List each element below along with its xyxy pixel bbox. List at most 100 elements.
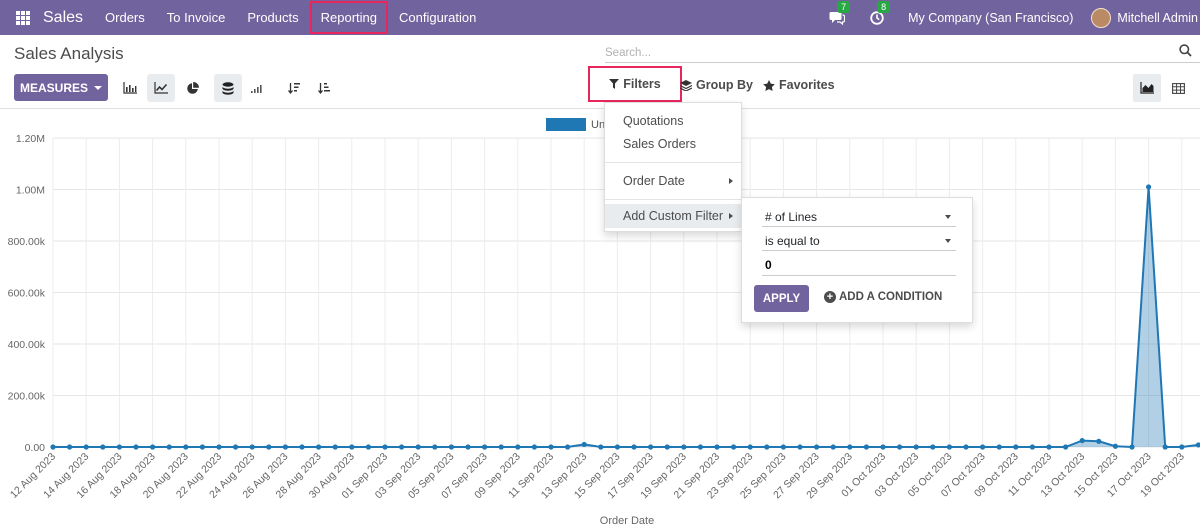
bar-chart-button[interactable] (116, 74, 144, 102)
add-custom-filter[interactable]: Add Custom Filter (605, 204, 741, 228)
data-point[interactable] (67, 444, 73, 450)
operator-select[interactable]: is equal to (762, 231, 956, 251)
user-avatar[interactable] (1091, 7, 1112, 28)
data-point[interactable] (515, 444, 521, 450)
menu-configuration[interactable]: Configuration (388, 0, 487, 35)
data-point[interactable] (747, 444, 753, 450)
data-point[interactable] (365, 444, 371, 450)
legend-label[interactable]: Un (591, 119, 605, 131)
data-point[interactable] (731, 444, 737, 450)
sort-descending-button[interactable] (280, 74, 308, 102)
group-by-button[interactable]: Group By (680, 78, 753, 92)
data-point[interactable] (332, 444, 338, 450)
data-point[interactable] (50, 444, 56, 450)
favorites-button[interactable]: Favorites (763, 78, 835, 92)
data-point[interactable] (1046, 444, 1052, 450)
data-point[interactable] (432, 444, 438, 450)
data-point[interactable] (913, 444, 919, 450)
data-point[interactable] (996, 444, 1002, 450)
add-condition-button[interactable]: + ADD A CONDITION (824, 291, 942, 303)
search-icon[interactable] (1179, 44, 1192, 62)
search-input[interactable] (605, 44, 1165, 62)
menu-products[interactable]: Products (236, 0, 309, 35)
data-point[interactable] (847, 444, 853, 450)
data-point[interactable] (1079, 437, 1085, 444)
user-menu[interactable]: Mitchell Admin (1117, 11, 1198, 25)
graph-view-button[interactable] (1133, 74, 1161, 102)
data-point[interactable] (299, 444, 305, 450)
data-point[interactable] (448, 444, 454, 450)
data-point[interactable] (714, 444, 720, 450)
data-point[interactable] (498, 444, 504, 450)
messages-icon[interactable]: 7 (828, 0, 851, 27)
filter-value-input[interactable] (762, 254, 956, 276)
data-point[interactable] (316, 444, 322, 450)
data-point[interactable] (1129, 444, 1135, 450)
data-point[interactable] (897, 444, 903, 450)
data-point[interactable] (382, 444, 388, 450)
data-point[interactable] (482, 444, 488, 450)
menu-to-invoice[interactable]: To Invoice (156, 0, 237, 35)
stacked-button[interactable] (214, 74, 242, 102)
filter-order-date[interactable]: Order Date (605, 169, 741, 193)
legend-swatch[interactable] (546, 118, 586, 131)
data-point[interactable] (531, 444, 538, 450)
field-select[interactable]: # of Lines (762, 207, 956, 227)
data-point[interactable] (548, 444, 554, 450)
data-point[interactable] (681, 444, 687, 450)
data-point[interactable] (1096, 438, 1102, 444)
activities-clock-icon[interactable]: 8 (868, 0, 891, 27)
data-point[interactable] (648, 444, 654, 450)
data-point[interactable] (1146, 184, 1152, 190)
company-switcher[interactable]: My Company (San Francisco) (908, 11, 1073, 25)
filter-sales-orders[interactable]: Sales Orders (605, 132, 741, 156)
data-point[interactable] (830, 444, 836, 450)
data-point[interactable] (83, 444, 89, 450)
data-point[interactable] (1063, 444, 1069, 450)
data-point[interactable] (863, 444, 870, 450)
line-chart-button[interactable] (147, 74, 175, 102)
data-point[interactable] (100, 444, 106, 450)
data-point[interactable] (183, 444, 189, 450)
data-point[interactable] (697, 444, 704, 450)
filter-quotations[interactable]: Quotations (605, 109, 741, 133)
data-point[interactable] (764, 444, 770, 450)
data-point[interactable] (614, 444, 621, 450)
cumulative-button[interactable] (243, 74, 271, 102)
menu-orders[interactable]: Orders (94, 0, 156, 35)
data-point[interactable] (266, 444, 272, 450)
data-point[interactable] (233, 444, 239, 450)
data-point[interactable] (664, 444, 670, 450)
apply-button[interactable]: APPLY (754, 285, 809, 312)
data-point[interactable] (1179, 444, 1185, 450)
data-point[interactable] (465, 444, 471, 450)
data-point[interactable] (930, 444, 936, 450)
data-point[interactable] (199, 444, 205, 450)
data-point[interactable] (980, 444, 986, 450)
data-point[interactable] (631, 444, 637, 450)
menu-reporting[interactable]: Reporting (309, 1, 388, 34)
data-point[interactable] (565, 444, 571, 450)
data-point[interactable] (166, 444, 172, 450)
measures-button[interactable]: MEASURES (14, 74, 108, 101)
data-point[interactable] (581, 441, 587, 448)
app-brand[interactable]: Sales (43, 9, 83, 27)
data-point[interactable] (1029, 444, 1035, 450)
data-point[interactable] (282, 444, 288, 450)
filters-button[interactable]: Filters (588, 66, 682, 102)
apps-menu-icon[interactable] (16, 10, 30, 25)
data-point[interactable] (216, 444, 222, 450)
data-point[interactable] (249, 444, 255, 450)
data-point[interactable] (1112, 443, 1118, 449)
data-point[interactable] (399, 444, 405, 450)
sort-ascending-button[interactable] (310, 74, 338, 102)
data-point[interactable] (946, 444, 953, 450)
pie-chart-button[interactable] (178, 74, 206, 102)
data-point[interactable] (1013, 444, 1019, 450)
pivot-view-button[interactable] (1164, 74, 1192, 102)
data-point[interactable] (797, 444, 803, 450)
data-point[interactable] (880, 444, 886, 450)
data-point[interactable] (150, 444, 156, 450)
data-point[interactable] (116, 444, 122, 450)
data-point[interactable] (133, 444, 139, 450)
